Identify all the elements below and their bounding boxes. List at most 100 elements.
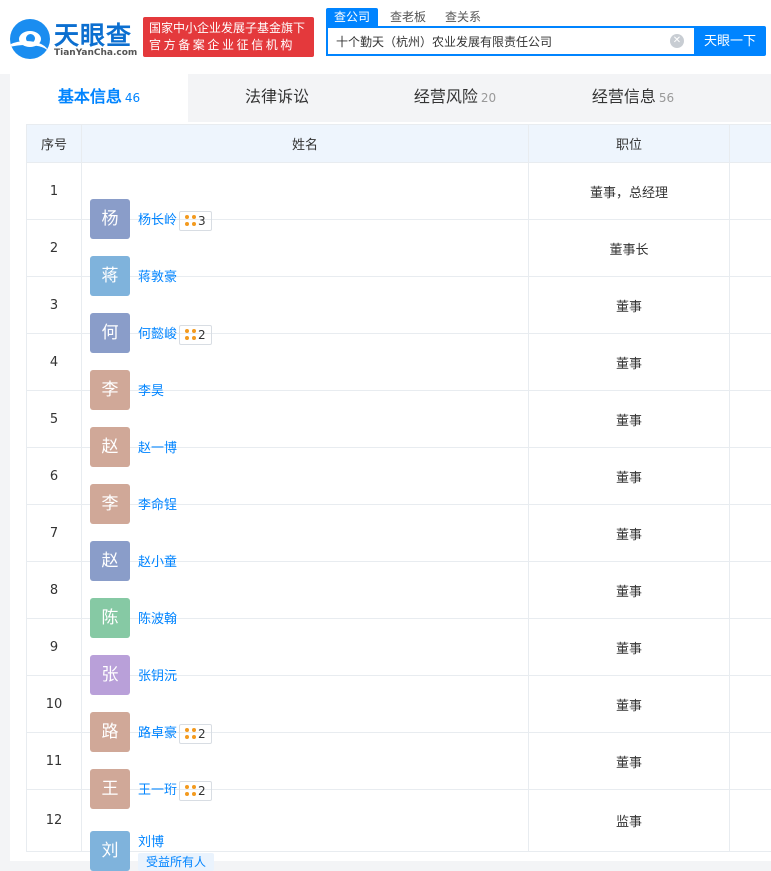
person-name-link[interactable]: 张钥沅 (138, 669, 177, 684)
table-row: 10路路卓豪2董事 (27, 676, 771, 733)
position-cell: 董事长 (529, 220, 730, 277)
logo-domain: TianYanCha.com (54, 48, 137, 58)
table-row: 1杨杨长岭3董事，总经理 (27, 163, 771, 220)
extra-cell (730, 391, 771, 448)
relation-badge[interactable]: 2 (179, 325, 212, 345)
relation-graph-icon (185, 329, 196, 340)
table-row: 9张张钥沅董事 (27, 619, 771, 676)
extra-cell (730, 163, 771, 220)
official-badge: 国家中小企业发展子基金旗下 官方备案企业征信机构 (143, 17, 314, 57)
position-cell: 董事 (529, 676, 730, 733)
extra-cell (730, 733, 771, 790)
extra-cell (730, 619, 771, 676)
row-index: 2 (27, 220, 82, 277)
search-button[interactable]: 天眼一下 (694, 26, 766, 56)
header-extra (730, 125, 771, 163)
avatar[interactable]: 赵 (90, 427, 130, 467)
avatar[interactable]: 王 (90, 769, 130, 809)
tab-label: 经营风险 (414, 87, 478, 106)
table-row: 3何何懿峻2董事 (27, 277, 771, 334)
main-members-panel: 序号 姓名 职位 1杨杨长岭3董事，总经理2蒋蒋敦豪董事长3何何懿峻2董事4李李… (10, 122, 771, 861)
header-name: 姓名 (82, 125, 529, 163)
person-name-line: 赵一博 (138, 437, 177, 456)
relation-graph-icon (185, 728, 196, 739)
header-position: 职位 (529, 125, 730, 163)
top-header: 天眼查 TianYanCha.com 国家中小企业发展子基金旗下 官方备案企业征… (0, 0, 771, 74)
person-cell: 张张钥沅 (82, 619, 529, 676)
tab-count: 56 (659, 91, 674, 105)
extra-cell (730, 220, 771, 277)
person-name-line: 赵小童 (138, 551, 177, 570)
person-name-link[interactable]: 李命锃 (138, 498, 177, 513)
person-cell: 李李命锃 (82, 448, 529, 505)
header-index: 序号 (27, 125, 82, 163)
person-name-link[interactable]: 陈波翰 (138, 612, 177, 627)
person-name-line: 路卓豪 2 (138, 722, 212, 744)
person-name-link[interactable]: 赵小童 (138, 555, 177, 570)
person-name-link[interactable]: 蒋敦豪 (138, 270, 177, 285)
position-cell: 董事 (529, 619, 730, 676)
avatar[interactable]: 李 (90, 370, 130, 410)
search-input[interactable] (328, 28, 663, 54)
avatar[interactable]: 路 (90, 712, 130, 752)
row-index: 12 (27, 790, 82, 852)
relation-badge[interactable]: 3 (179, 211, 212, 231)
person-name-line: 刘博 (138, 831, 164, 850)
person-name-link[interactable]: 王一珩 (138, 783, 177, 798)
avatar[interactable]: 何 (90, 313, 130, 353)
tab-legal[interactable]: 法律诉讼 (188, 74, 366, 122)
row-index: 11 (27, 733, 82, 790)
extra-cell (730, 448, 771, 505)
search-tab-relation[interactable]: 查关系 (445, 8, 481, 26)
avatar[interactable]: 杨 (90, 199, 130, 239)
tab-operation[interactable]: 经营信息56 (544, 74, 722, 122)
position-cell: 董事 (529, 277, 730, 334)
search-tab-company[interactable]: 查公司 (326, 8, 378, 26)
search-box: ✕ (326, 26, 694, 56)
person-name-line: 李命锃 (138, 494, 177, 513)
avatar[interactable]: 张 (90, 655, 130, 695)
row-index: 4 (27, 334, 82, 391)
avatar[interactable]: 蒋 (90, 256, 130, 296)
person-name-line: 李昊 (138, 380, 164, 399)
tab-risk[interactable]: 经营风险20 (366, 74, 544, 122)
person-name-link[interactable]: 李昊 (138, 384, 164, 399)
row-index: 1 (27, 163, 82, 220)
person-cell: 杨杨长岭3 (82, 163, 529, 220)
tianyancha-logo[interactable]: 天眼查 TianYanCha.com (10, 16, 140, 62)
person-name-link[interactable]: 何懿峻 (138, 327, 177, 342)
clear-icon[interactable]: ✕ (670, 34, 684, 48)
search-tab-boss[interactable]: 查老板 (390, 8, 426, 26)
row-index: 7 (27, 505, 82, 562)
person-name-line: 陈波翰 (138, 608, 177, 627)
person-name-link[interactable]: 路卓豪 (138, 726, 177, 741)
position-cell: 董事 (529, 391, 730, 448)
position-cell: 董事 (529, 733, 730, 790)
tab-basic-info[interactable]: 基本信息46 (10, 74, 188, 122)
relation-count: 2 (198, 727, 206, 741)
avatar[interactable]: 陈 (90, 598, 130, 638)
person-cell: 赵赵一博 (82, 391, 529, 448)
person-name-line: 张钥沅 (138, 665, 177, 684)
row-index: 3 (27, 277, 82, 334)
tab-label: 法律诉讼 (245, 87, 309, 106)
position-cell: 董事，总经理 (529, 163, 730, 220)
person-name-link[interactable]: 杨长岭 (138, 213, 177, 228)
relation-count: 3 (198, 214, 206, 228)
avatar[interactable]: 刘 (90, 831, 130, 871)
relation-badge[interactable]: 2 (179, 781, 212, 801)
person-name-link[interactable]: 赵一博 (138, 441, 177, 456)
row-index: 5 (27, 391, 82, 448)
person-cell: 何何懿峻2 (82, 277, 529, 334)
relation-badge[interactable]: 2 (179, 724, 212, 744)
table-row: 8陈陈波翰董事 (27, 562, 771, 619)
person-name-link[interactable]: 刘博 (138, 835, 164, 850)
avatar[interactable]: 李 (90, 484, 130, 524)
position-cell: 监事 (529, 790, 730, 852)
avatar[interactable]: 赵 (90, 541, 130, 581)
tab-label: 基本信息 (58, 87, 122, 106)
position-cell: 董事 (529, 562, 730, 619)
section-tabs: 基本信息46 法律诉讼 经营风险20 经营信息56 (10, 74, 771, 122)
position-cell: 董事 (529, 334, 730, 391)
tab-count: 46 (125, 91, 140, 105)
